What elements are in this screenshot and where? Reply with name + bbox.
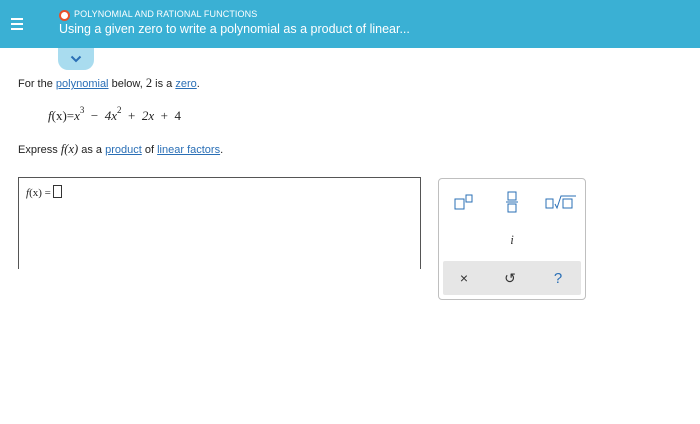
question-prompt: For the polynomial below, 2 is a zero.: [18, 76, 200, 91]
help-button[interactable]: ?: [547, 267, 569, 289]
formula-term: 4x: [104, 108, 118, 123]
formula-exp: 3: [79, 105, 85, 115]
polynomial-formula: f(x)=x3 − 4x2 + 2x + 4: [48, 105, 182, 124]
formula-op: −: [90, 108, 99, 123]
formula-paren: (x): [51, 108, 67, 123]
instruction-word: Express: [18, 144, 58, 156]
menu-button[interactable]: [0, 0, 34, 48]
header-bar: POLYNOMIAL AND RATIONAL FUNCTIONS Using …: [0, 0, 700, 48]
product-link[interactable]: product: [105, 144, 142, 156]
expand-button[interactable]: [58, 48, 94, 70]
instruction-fx: f(x): [60, 142, 79, 156]
formula-exp: 2: [117, 105, 122, 115]
answer-blank-slot[interactable]: [52, 185, 62, 198]
prompt-text: below,: [111, 78, 143, 90]
formula-op: +: [160, 108, 169, 123]
polynomial-link[interactable]: polynomial: [56, 78, 109, 90]
exponent-icon: [454, 194, 473, 210]
instruction-word: as a: [81, 144, 103, 156]
formula-term: 4: [174, 108, 182, 123]
keypad-action-row: × ↺ ?: [443, 261, 581, 295]
formula-op: +: [128, 108, 136, 123]
answer-label: f(x) =: [26, 185, 62, 199]
prompt-text: For the: [18, 78, 53, 90]
clear-button[interactable]: ×: [453, 267, 475, 289]
imaginary-i-key[interactable]: i: [500, 229, 524, 251]
status-circle-icon: [59, 10, 70, 21]
topic-label: POLYNOMIAL AND RATIONAL FUNCTIONS: [74, 9, 258, 19]
instruction-text: Express f(x) as a product of linear fact…: [18, 142, 223, 157]
answer-input-area[interactable]: f(x) =: [18, 177, 421, 269]
instruction-word: of: [144, 144, 155, 156]
sqrt-icon: [545, 195, 576, 210]
math-keypad: i × ↺ ?: [438, 178, 586, 300]
fraction-icon: [506, 191, 518, 213]
answer-paren-eq: (x) =: [29, 187, 51, 199]
hamburger-icon: [11, 18, 23, 30]
zero-value: 2: [145, 76, 153, 90]
prompt-text: is a: [155, 78, 173, 90]
formula-term: 2x: [141, 108, 155, 123]
prompt-period: .: [196, 78, 200, 90]
chevron-down-icon: [70, 55, 82, 63]
instruction-period: .: [220, 144, 224, 156]
exponent-key[interactable]: [451, 191, 479, 213]
page-title: Using a given zero to write a polynomial…: [59, 22, 410, 36]
linear-factors-link[interactable]: linear factors: [157, 144, 220, 156]
zero-link[interactable]: zero: [175, 78, 196, 90]
fraction-key[interactable]: [500, 189, 524, 215]
undo-button[interactable]: ↺: [499, 267, 521, 289]
sqrt-key[interactable]: [543, 191, 579, 213]
